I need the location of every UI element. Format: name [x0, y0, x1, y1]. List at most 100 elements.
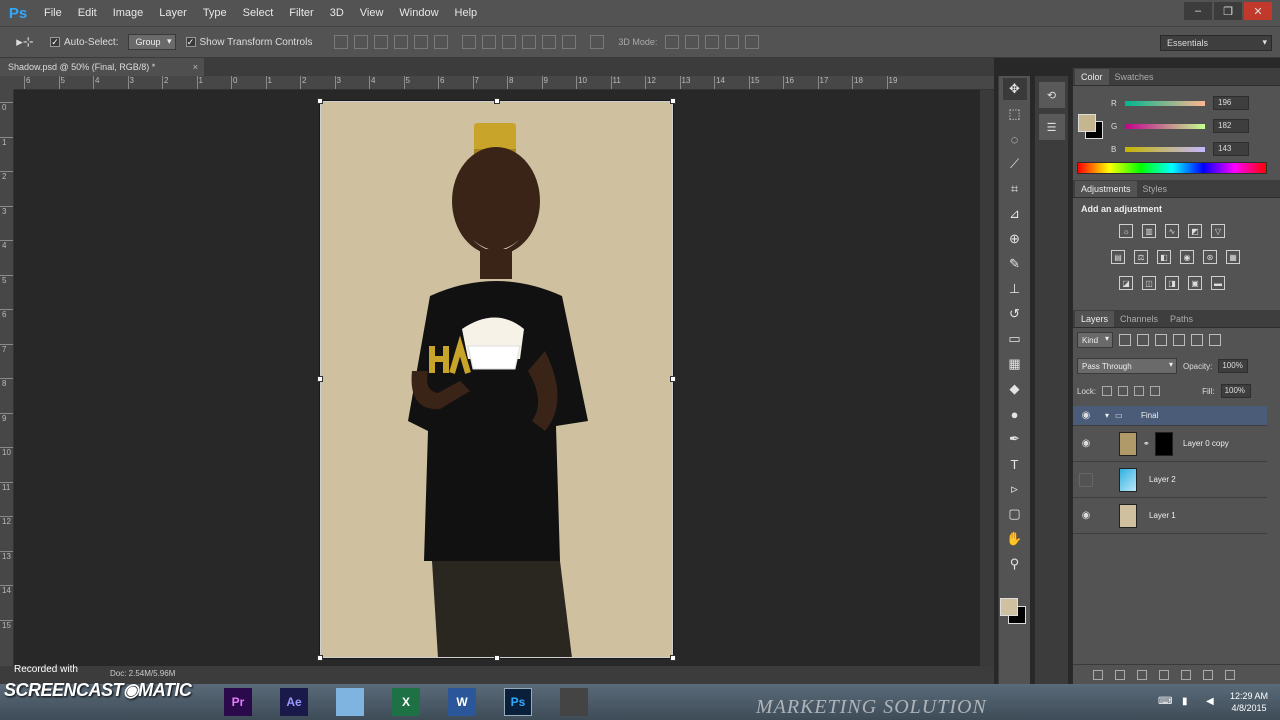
dodge-tool[interactable]: ●	[1003, 403, 1027, 425]
delete-layer-icon[interactable]	[1225, 669, 1235, 680]
threshold-icon[interactable]: ◨	[1165, 276, 1179, 290]
3d-roll-icon[interactable]	[685, 35, 700, 49]
new-adjustment-icon[interactable]	[1159, 669, 1169, 680]
brush-tool[interactable]: ✎	[1003, 253, 1027, 275]
invert-icon[interactable]: ◪	[1119, 276, 1133, 290]
layer-kind-filter-dropdown[interactable]: Kind	[1077, 332, 1114, 348]
color-lookup-icon[interactable]: ▦	[1226, 250, 1240, 264]
photo-filter-icon[interactable]: ◉	[1180, 250, 1194, 264]
distribute-bottom-icon[interactable]	[502, 35, 517, 49]
align-left-icon[interactable]	[394, 35, 409, 49]
visibility-eye-icon[interactable]: ◉	[1079, 509, 1093, 523]
workspace-dropdown[interactable]: Essentials	[1160, 35, 1272, 51]
menu-3d[interactable]: 3D	[322, 0, 352, 26]
3d-rotate-icon[interactable]	[665, 35, 680, 49]
tab-layers[interactable]: Layers	[1075, 311, 1115, 327]
fill-input[interactable]: 100%	[1220, 384, 1251, 398]
layer-row-layer-0-copy[interactable]: ◉ ⚭ Layer 0 copy	[1073, 426, 1267, 462]
curves-icon[interactable]: ∿	[1165, 224, 1179, 238]
filter-adjustment-icon[interactable]	[1137, 334, 1150, 346]
opacity-input[interactable]: 100%	[1218, 359, 1249, 373]
blue-slider[interactable]	[1125, 146, 1205, 152]
tab-color[interactable]: Color	[1075, 69, 1109, 85]
healing-tool[interactable]: ⊕	[1003, 228, 1027, 250]
hand-tool[interactable]: ✋	[1003, 528, 1027, 550]
3d-drag-icon[interactable]	[705, 35, 720, 49]
menu-help[interactable]: Help	[447, 0, 486, 26]
transform-handle-tl[interactable]	[317, 98, 323, 104]
auto-align-icon[interactable]	[590, 35, 605, 49]
ruler-origin[interactable]	[0, 76, 14, 90]
move-tool-preset-icon[interactable]: ▸⊹	[0, 34, 50, 50]
menu-layer[interactable]: Layer	[151, 0, 195, 26]
vibrance-icon[interactable]: ▽	[1211, 224, 1225, 238]
filter-toggle-icon[interactable]	[1209, 334, 1222, 346]
transform-handle-bc[interactable]	[494, 655, 500, 661]
black-white-icon[interactable]: ◧	[1157, 250, 1171, 264]
add-mask-icon[interactable]	[1137, 669, 1147, 680]
levels-icon[interactable]: ▥	[1142, 224, 1156, 238]
transform-handle-tc[interactable]	[494, 98, 500, 104]
marquee-tool[interactable]: ⬚	[1003, 103, 1027, 125]
tab-swatches[interactable]: Swatches	[1109, 69, 1160, 85]
red-value-input[interactable]: 196	[1213, 96, 1249, 110]
auto-select-target-dropdown[interactable]: Group	[128, 34, 176, 50]
crop-tool[interactable]: ⌗	[1003, 178, 1027, 200]
transform-handle-br[interactable]	[670, 655, 676, 661]
pen-tool[interactable]: ✒	[1003, 428, 1027, 450]
red-slider[interactable]	[1125, 100, 1205, 106]
distribute-left-icon[interactable]	[522, 35, 537, 49]
filter-type-icon[interactable]	[1155, 334, 1168, 346]
distribute-top-icon[interactable]	[462, 35, 477, 49]
quick-select-tool[interactable]: ⟋	[1003, 153, 1027, 175]
green-slider[interactable]	[1125, 123, 1205, 129]
link-layers-icon[interactable]	[1093, 669, 1103, 680]
distribute-vcenter-icon[interactable]	[482, 35, 497, 49]
premiere-app-icon[interactable]: Pr	[224, 688, 252, 716]
lasso-tool[interactable]: ◌	[1003, 128, 1027, 150]
tab-adjustments[interactable]: Adjustments	[1075, 181, 1137, 197]
excel-app-icon[interactable]: X	[392, 688, 420, 716]
shape-tool[interactable]: ▢	[1003, 503, 1027, 525]
visibility-eye-icon[interactable]: ◉	[1079, 409, 1093, 423]
brightness-contrast-icon[interactable]: ☼	[1119, 224, 1133, 238]
filter-shape-icon[interactable]	[1173, 334, 1186, 346]
menu-view[interactable]: View	[352, 0, 392, 26]
layer-row-layer-1[interactable]: ◉ Layer 1	[1073, 498, 1267, 534]
green-value-input[interactable]: 182	[1213, 119, 1249, 133]
layer-mask-thumbnail[interactable]	[1155, 431, 1173, 456]
new-group-icon[interactable]	[1181, 669, 1191, 680]
vertical-scrollbar[interactable]	[980, 90, 994, 666]
distribute-hcenter-icon[interactable]	[542, 35, 557, 49]
selective-color-icon[interactable]: ▣	[1188, 276, 1202, 290]
transform-handle-ml[interactable]	[317, 376, 323, 382]
tab-channels[interactable]: Channels	[1114, 311, 1164, 327]
channel-mixer-icon[interactable]: ⊛	[1203, 250, 1217, 264]
layer-style-icon[interactable]	[1115, 669, 1125, 680]
tab-styles[interactable]: Styles	[1137, 181, 1174, 197]
vertical-ruler[interactable]: 0 1 2 3 4 5 6 7 8 9 10 11 12 13 14 15	[0, 90, 14, 666]
color-spectrum-bar[interactable]	[1077, 162, 1267, 174]
gradient-map-icon[interactable]: ▬	[1211, 276, 1225, 290]
align-right-icon[interactable]	[434, 35, 449, 49]
menu-select[interactable]: Select	[235, 0, 282, 26]
properties-panel-icon[interactable]: ☰	[1038, 114, 1065, 140]
align-top-icon[interactable]	[334, 35, 349, 49]
auto-select-checkbox[interactable]: ✓ Auto-Select:	[50, 37, 118, 48]
group-expand-icon[interactable]: ▾	[1105, 411, 1109, 420]
after-effects-app-icon[interactable]: Ae	[280, 688, 308, 716]
close-button[interactable]: ✕	[1244, 2, 1272, 20]
tab-paths[interactable]: Paths	[1164, 311, 1199, 327]
blend-mode-dropdown[interactable]: Pass Through	[1077, 358, 1177, 374]
color-balance-icon[interactable]: ⚖	[1134, 250, 1148, 264]
recorder-app-icon[interactable]	[560, 688, 588, 716]
lock-transparent-icon[interactable]	[1102, 386, 1113, 396]
filter-smart-object-icon[interactable]	[1191, 334, 1204, 346]
keyboard-icon[interactable]: ⌨	[1158, 696, 1172, 708]
transform-handle-bl[interactable]	[317, 655, 323, 661]
mask-link-icon[interactable]: ⚭	[1143, 439, 1150, 448]
photoshop-logo[interactable]: Ps	[0, 0, 36, 26]
close-tab-icon[interactable]: ×	[193, 62, 198, 72]
word-app-icon[interactable]: W	[448, 688, 476, 716]
eyedropper-tool[interactable]: ⊿	[1003, 203, 1027, 225]
